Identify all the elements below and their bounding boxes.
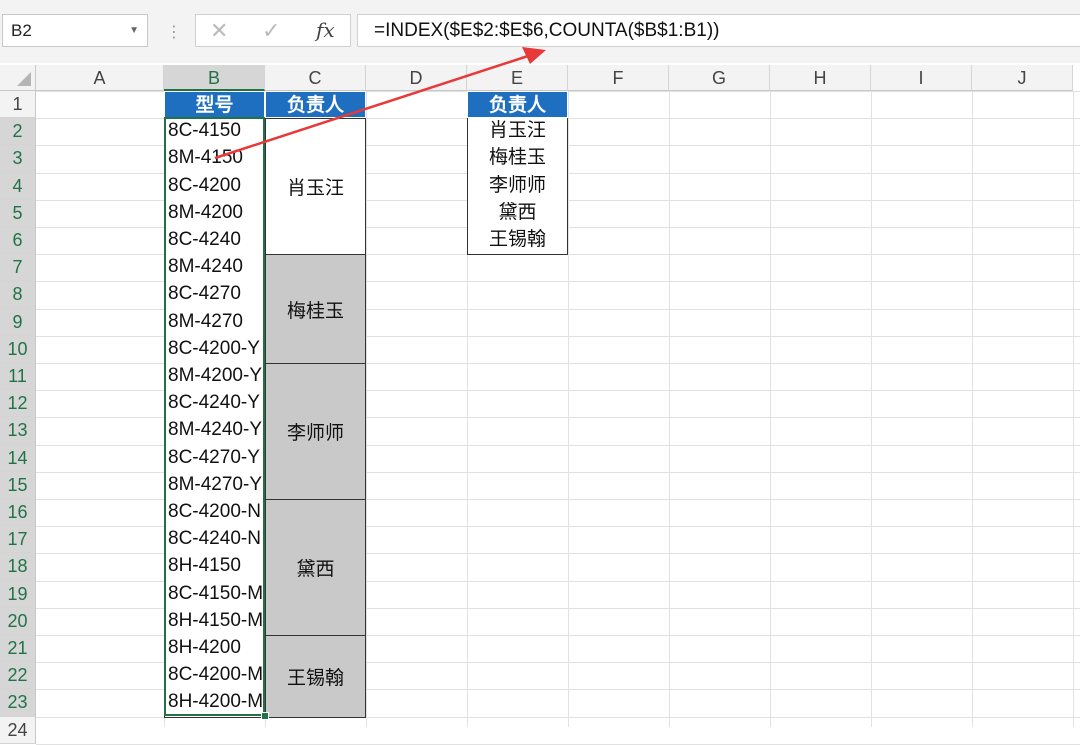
- annotation-arrow: [214, 47, 546, 160]
